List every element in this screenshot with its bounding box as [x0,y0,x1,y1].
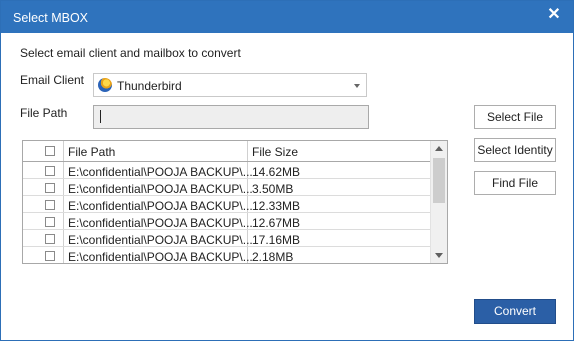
table-header: File Path File Size [23,141,431,162]
row-file-path: E:\confidential\POOJA BACKUP\... [68,250,253,264]
row-file-path: E:\confidential\POOJA BACKUP\... [68,199,253,213]
select-mbox-dialog: Select MBOX ✕ Select email client and ma… [0,0,574,341]
arrow-down-icon [435,253,443,258]
row-file-size: 3.50MB [252,182,294,196]
row-file-path: E:\confidential\POOJA BACKUP\... [68,233,253,247]
select-file-button[interactable]: Select File [474,105,556,129]
file-path-label: File Path [20,106,68,120]
row-file-path: E:\confidential\POOJA BACKUP\... [68,182,253,196]
convert-button[interactable]: Convert [474,299,556,324]
select-all-cell [23,141,64,161]
email-client-label: Email Client [20,73,85,87]
table-row[interactable]: E:\confidential\POOJA BACKUP\... 3.50MB [23,179,431,196]
find-file-button[interactable]: Find File [474,171,556,195]
column-header-file-path[interactable]: File Path [64,141,248,161]
instruction-text: Select email client and mailbox to conve… [20,46,241,60]
thunderbird-icon [98,78,112,92]
email-client-dropdown[interactable]: Thunderbird [93,73,367,97]
row-checkbox[interactable] [45,200,55,210]
row-checkbox[interactable] [45,217,55,227]
chevron-down-icon[interactable] [354,84,360,88]
row-file-size: 17.16MB [252,233,301,247]
row-file-size: 2.18MB [252,250,294,264]
row-checkbox[interactable] [45,166,55,176]
scroll-thumb[interactable] [433,158,445,203]
mailbox-table: File Path File Size E:\confidential\POOJ… [22,140,448,264]
text-caret [100,110,101,123]
title-bar[interactable]: Select MBOX ✕ [1,1,573,33]
email-client-value: Thunderbird [117,79,182,93]
scroll-up-button[interactable] [431,141,447,157]
row-checkbox[interactable] [45,183,55,193]
table-row[interactable]: E:\confidential\POOJA BACKUP\... 14.62MB [23,162,431,179]
row-file-path: E:\confidential\POOJA BACKUP\... [68,165,253,179]
dialog-title: Select MBOX [13,11,89,25]
file-path-field[interactable] [93,105,369,129]
row-file-size: 14.62MB [252,165,301,179]
row-checkbox[interactable] [45,234,55,244]
select-identity-button[interactable]: Select Identity [474,138,556,162]
row-file-size: 12.67MB [252,216,301,230]
table-row[interactable]: E:\confidential\POOJA BACKUP\... 12.67MB [23,213,431,230]
table-row[interactable]: E:\confidential\POOJA BACKUP\... 2.18MB [23,247,431,264]
row-file-size: 12.33MB [252,199,301,213]
row-checkbox[interactable] [45,251,55,261]
table-row[interactable]: E:\confidential\POOJA BACKUP\... 17.16MB [23,230,431,247]
table-row[interactable]: E:\confidential\POOJA BACKUP\... 12.33MB [23,196,431,213]
scroll-down-button[interactable] [431,247,447,263]
close-icon[interactable]: ✕ [545,6,563,24]
column-header-file-size[interactable]: File Size [248,141,431,161]
vertical-scrollbar[interactable] [430,141,447,263]
select-all-checkbox[interactable] [45,146,55,156]
row-file-path: E:\confidential\POOJA BACKUP\... [68,216,253,230]
arrow-up-icon [435,146,443,151]
